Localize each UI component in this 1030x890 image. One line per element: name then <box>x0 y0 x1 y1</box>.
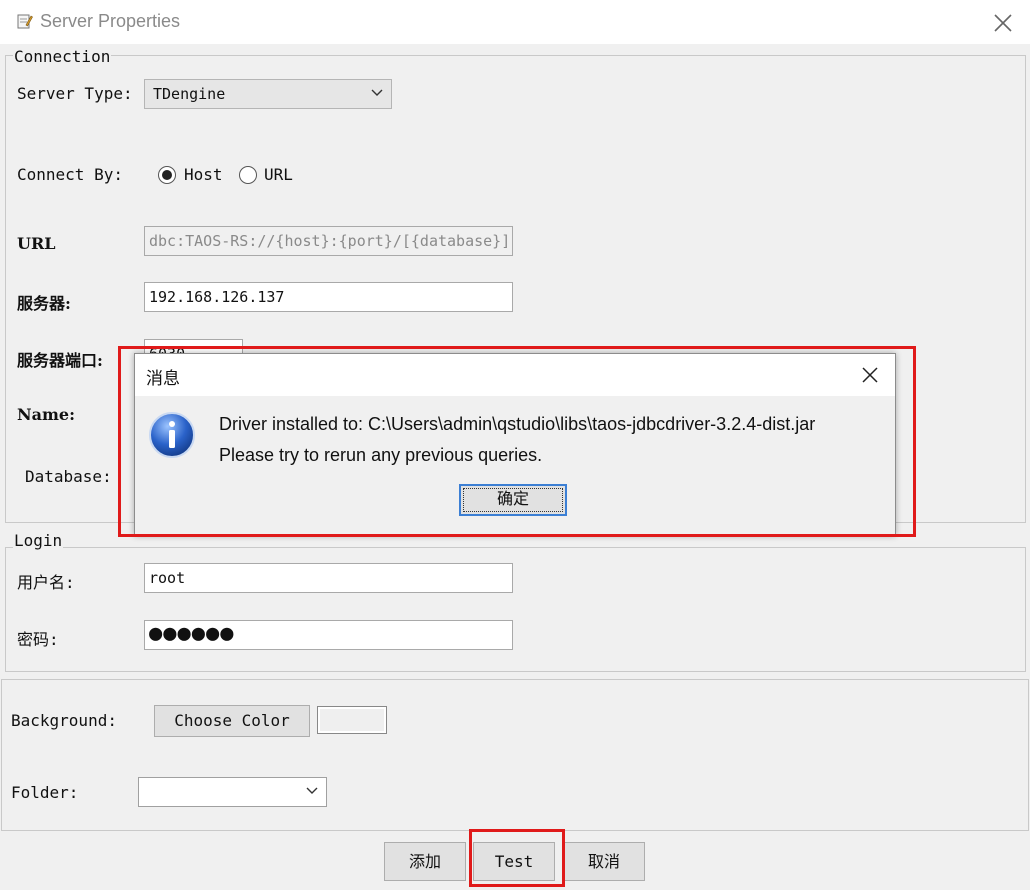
password-field[interactable]: ●●●●●● <box>144 620 513 650</box>
dialog-highlight-box <box>118 346 916 537</box>
window-title: Server Properties <box>40 11 181 31</box>
add-button[interactable]: 添加 <box>384 842 466 881</box>
color-swatch[interactable] <box>317 706 387 734</box>
radio-url[interactable] <box>239 166 257 184</box>
radio-host[interactable] <box>158 166 176 184</box>
server-type-dropdown[interactable]: TDengine <box>144 79 392 109</box>
port-label: 服务器端口: <box>17 351 103 370</box>
pencil-edit-icon <box>17 14 33 29</box>
background-label: Background: <box>11 711 117 730</box>
username-label: 用户名: <box>17 573 75 592</box>
radio-host-label: Host <box>184 165 223 184</box>
database-label: Database: <box>25 467 112 486</box>
server-type-label: Server Type: <box>17 84 133 103</box>
login-legend: Login <box>13 531 64 550</box>
folder-dropdown[interactable] <box>138 777 327 807</box>
test-highlight-box <box>469 829 565 887</box>
radio-url-label: URL <box>264 165 293 184</box>
cancel-button[interactable]: 取消 <box>563 842 645 881</box>
password-label: 密码: <box>17 630 59 649</box>
folder-label: Folder: <box>11 783 79 802</box>
url-field[interactable]: dbc:TAOS-RS://{host}:{port}/[{database}] <box>144 226 513 256</box>
username-field[interactable]: root <box>144 563 513 593</box>
server-label: 服务器: <box>17 294 71 313</box>
server-type-value: TDengine <box>153 85 226 103</box>
close-icon[interactable] <box>990 10 1016 36</box>
appearance-panel <box>1 679 1029 831</box>
url-label: URL <box>17 234 56 253</box>
connection-legend: Connection <box>13 47 112 66</box>
server-field[interactable]: 192.168.126.137 <box>144 282 513 312</box>
chevron-down-icon <box>306 787 318 794</box>
name-label: Name: <box>17 405 76 424</box>
connect-by-label: Connect By: <box>17 165 123 184</box>
choose-color-button[interactable]: Choose Color <box>154 705 310 737</box>
chevron-down-icon <box>371 89 383 96</box>
